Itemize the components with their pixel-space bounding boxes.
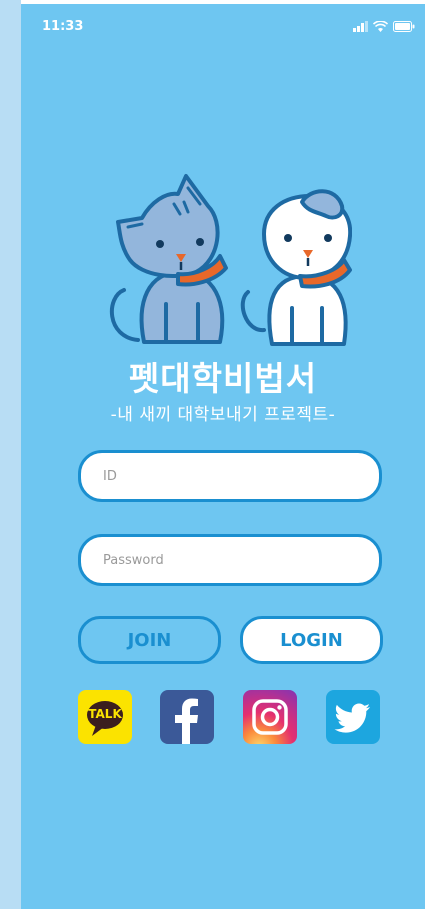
id-field-wrapper: [78, 450, 382, 502]
login-button[interactable]: LOGIN: [240, 616, 383, 664]
kakaotalk-login-button[interactable]: TALK: [78, 690, 132, 744]
twitter-login-button[interactable]: [326, 690, 380, 744]
facebook-login-button[interactable]: [160, 690, 214, 744]
wifi-icon: [373, 20, 388, 32]
id-input[interactable]: [81, 453, 379, 499]
instagram-login-button[interactable]: [243, 690, 297, 744]
password-field-wrapper: [78, 534, 382, 586]
status-icons: [353, 20, 415, 32]
twitter-bird-icon: [334, 703, 370, 733]
app-title: 펫대학비법서: [128, 359, 318, 398]
status-time: 11:33: [42, 19, 84, 34]
instagram-icon: [252, 699, 288, 735]
kakaotalk-label: TALK: [88, 707, 122, 721]
cat-and-dog-mascot: [109, 174, 352, 346]
signal-icon: [353, 20, 368, 32]
status-bar: 11:33: [21, 4, 425, 48]
join-button[interactable]: JOIN: [78, 616, 221, 664]
app-subtitle: -내 새끼 대학보내기 프로젝트-: [110, 405, 336, 425]
phone-screen: 11:33 펫대학비법서 -내 새끼 대학보내기 프로젝트- ID JOIN L…: [21, 4, 425, 909]
facebook-icon: [175, 698, 198, 744]
battery-icon: [393, 20, 415, 32]
password-input[interactable]: [81, 537, 379, 583]
